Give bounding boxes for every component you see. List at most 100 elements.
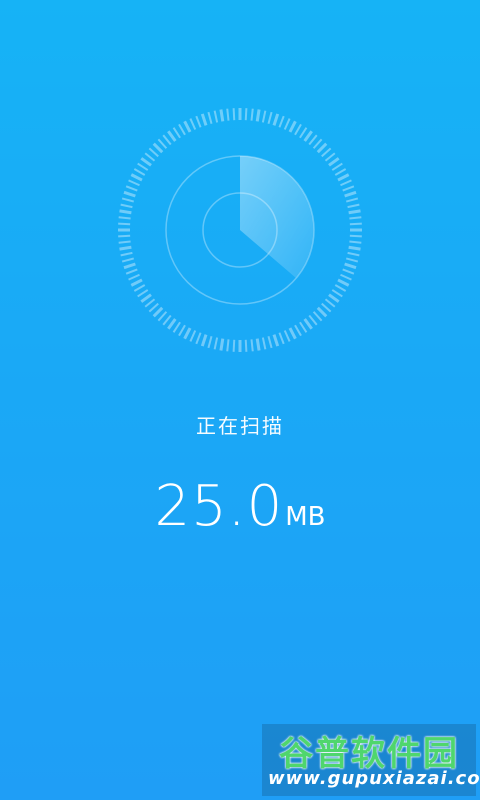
radar-tick — [152, 142, 164, 154]
radar-tick — [121, 197, 135, 203]
radar-tick — [347, 251, 360, 257]
radar-tick — [162, 134, 172, 146]
radar-tick — [118, 240, 131, 244]
radar-tick — [278, 332, 285, 345]
radar-tick — [303, 318, 313, 330]
radar-tick — [345, 197, 359, 203]
radar-tick — [120, 203, 133, 209]
radar-tick — [294, 123, 302, 136]
scanned-size-value: 25.0 — [154, 474, 284, 539]
radar-tick — [334, 168, 347, 176]
radar-tick — [140, 157, 152, 167]
radar-tick — [118, 234, 131, 238]
radar-tick — [324, 152, 336, 162]
radar-tick — [283, 330, 291, 342]
radar-tick — [288, 120, 297, 133]
radar-tick — [178, 324, 186, 337]
radar-tick — [128, 179, 140, 187]
radar-tick — [133, 168, 146, 176]
radar-tick — [144, 152, 156, 162]
radar-tick — [349, 240, 362, 244]
radar-tick — [278, 115, 285, 128]
radar-tick — [130, 278, 143, 287]
radar-tick — [125, 268, 138, 275]
radar-tick — [189, 118, 197, 130]
radar-tick — [128, 273, 140, 281]
radar-tick — [148, 302, 159, 313]
radar-tick — [148, 147, 159, 158]
radar-tick — [272, 113, 280, 126]
radar-tick — [157, 311, 168, 322]
radar-tick — [334, 284, 347, 292]
radar-tick — [137, 162, 149, 171]
radar-tick — [316, 306, 328, 318]
watermark-url: www.gupuxiazai.com — [268, 768, 480, 789]
radar-tick — [337, 278, 350, 287]
radar-tick — [331, 289, 343, 298]
radar-tick — [250, 339, 254, 352]
radar-tick — [120, 251, 133, 257]
radar-tick — [118, 216, 131, 220]
radar-tick — [321, 302, 332, 313]
radar-sweep — [240, 156, 314, 278]
radar-tick — [119, 245, 132, 251]
radar-tick — [308, 314, 318, 326]
radar-tick — [294, 324, 302, 337]
radar-tick — [255, 109, 261, 122]
radar-tick — [328, 157, 340, 167]
radar-tick — [183, 120, 192, 133]
radar-tick — [349, 234, 362, 238]
radar-tick — [312, 311, 323, 322]
scan-screen: 正在扫描 25.0MB 谷普软件园 www.gupuxiazai.com — [0, 0, 480, 800]
radar-tick — [195, 115, 202, 128]
radar-tick — [340, 179, 352, 187]
radar-tick — [340, 273, 352, 281]
radar-tick — [283, 118, 291, 130]
radar-tick — [299, 127, 308, 139]
radar-tick — [348, 209, 361, 215]
radar-tick — [152, 306, 164, 318]
radar-tick — [123, 190, 136, 198]
scanned-size-unit: MB — [285, 502, 326, 532]
radar-tick — [348, 245, 361, 251]
radar-tick — [213, 337, 219, 350]
scanned-size: 25.0MB — [0, 474, 480, 539]
radar-tick — [178, 123, 186, 136]
radar-tick — [118, 222, 131, 226]
radar-tick — [200, 334, 208, 347]
radar-tick — [312, 138, 323, 149]
radar-tick — [324, 298, 336, 308]
radar-tick — [261, 337, 267, 350]
radar-tick — [189, 330, 197, 342]
radar-tick — [267, 335, 273, 349]
radar-tick — [226, 108, 230, 121]
radar-tick — [261, 110, 267, 123]
radar-tick — [342, 268, 355, 275]
radar-tick — [244, 339, 248, 352]
radar-tick — [200, 113, 208, 126]
radar-tick — [123, 262, 136, 270]
radar-tick — [232, 339, 236, 352]
radar-tick — [226, 339, 230, 352]
radar-tick — [207, 111, 213, 125]
radar-tick — [213, 110, 219, 123]
radar-tick — [272, 334, 280, 347]
radar-tick — [328, 293, 340, 303]
radar-tick — [172, 321, 181, 333]
radar-tick — [342, 185, 355, 192]
radar-tick — [207, 335, 213, 349]
radar-tick — [321, 147, 332, 158]
radar-tick — [250, 108, 254, 121]
radar-tick — [244, 108, 248, 121]
radar-tick — [344, 190, 357, 198]
radar-tick — [344, 262, 357, 270]
radar-tick — [303, 130, 313, 142]
radar-tick — [347, 203, 360, 209]
radar-tick — [316, 142, 328, 154]
radar-tick — [172, 127, 181, 139]
radar-tick — [144, 298, 156, 308]
radar-tick — [119, 209, 132, 215]
radar-tick — [331, 162, 343, 171]
radar-tick — [288, 327, 297, 340]
radar-tick — [167, 130, 177, 142]
